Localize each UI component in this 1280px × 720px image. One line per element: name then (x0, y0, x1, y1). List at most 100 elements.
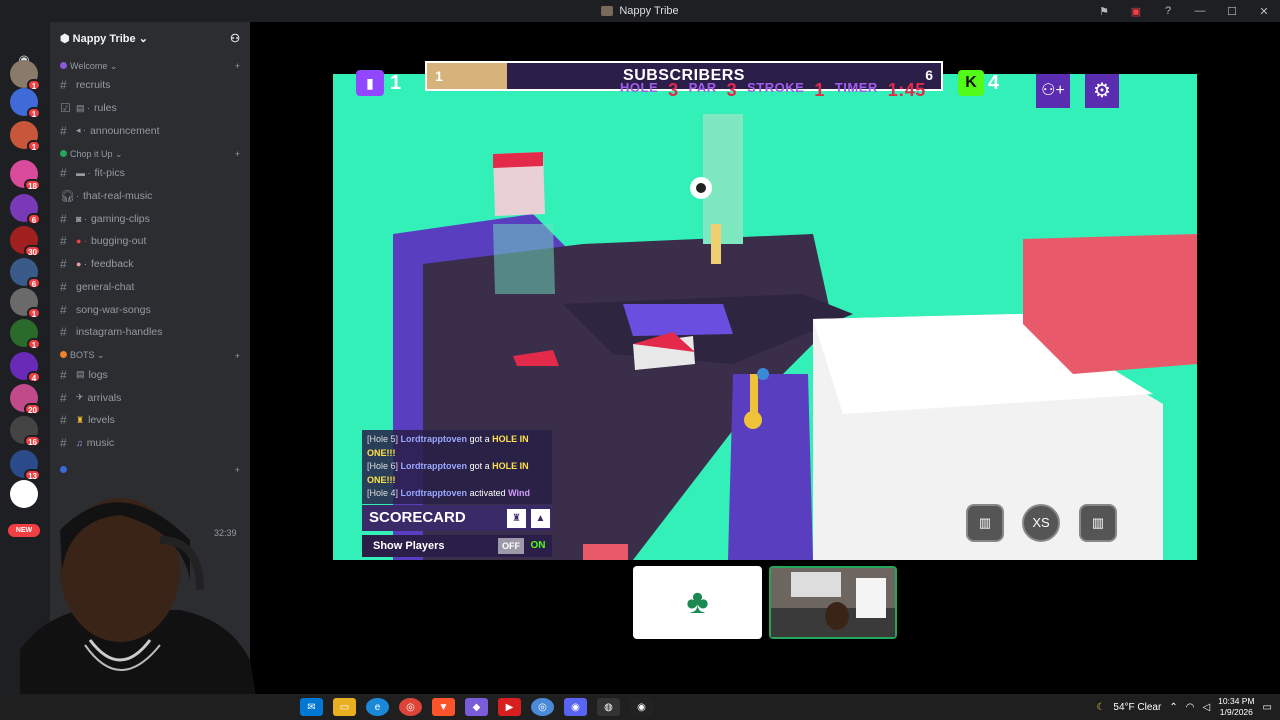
close-button[interactable]: ✕ (1248, 0, 1280, 22)
show-players-off[interactable]: OFF (498, 538, 524, 554)
channel-logs[interactable]: # ▤ logs (50, 364, 250, 387)
hash-icon: # (60, 234, 67, 249)
edge-icon[interactable]: e (366, 698, 389, 716)
unread-badge: 20 (24, 403, 41, 415)
add-channel-icon[interactable]: + (235, 149, 240, 159)
volume-icon[interactable]: ◁ (1202, 702, 1210, 713)
channel-arrivals[interactable]: # ✈ arrivals (50, 386, 250, 409)
brave-icon[interactable]: ▼ (432, 698, 455, 716)
chrome-profile-icon[interactable]: ◎ (531, 698, 554, 716)
channel-label: logs (88, 368, 108, 381)
chevron-up-icon[interactable]: ▲ (531, 509, 550, 528)
category-welcome[interactable]: Welcome ⌄ + (50, 58, 250, 74)
discord-icon[interactable]: ◉ (564, 698, 587, 716)
channel-music[interactable]: # ♫ music (50, 432, 250, 455)
unread-badge: 1 (27, 107, 41, 119)
channel-fit-pics[interactable]: # ▬ · fit-pics (50, 162, 250, 185)
hash-icon: # (60, 279, 67, 294)
notifications-icon[interactable]: ▣ (1120, 0, 1152, 22)
par-value: 3 (726, 80, 738, 100)
xs-button[interactable]: XS (1022, 504, 1060, 542)
channel-label: announcement (90, 124, 160, 137)
channel-recruits[interactable]: # recruits (50, 74, 250, 97)
category-bots[interactable]: BOTS ⌄ + (50, 348, 250, 364)
file-explorer-icon[interactable]: ▭ (333, 698, 356, 716)
channel-bugging-out[interactable]: # ● · bugging-out (50, 230, 250, 253)
channel-label: rules (94, 102, 117, 115)
camera-right-icon[interactable]: ▥ (1079, 504, 1117, 542)
server-avatar[interactable]: 1 (10, 288, 41, 319)
server-avatar[interactable]: 6 (10, 258, 41, 289)
hash-icon: # (60, 166, 67, 181)
stroke-label: STROKE (747, 80, 805, 95)
channel-label: levels (88, 414, 115, 427)
server-avatar[interactable]: 4 (10, 352, 41, 383)
chat-line: [Hole 6] Lordtrapptoven got a HOLE IN ON… (367, 461, 529, 485)
show-players-on[interactable]: ON (526, 538, 550, 554)
server-avatar[interactable]: 30 (10, 226, 41, 257)
megaphone-icon: ◂ · (76, 125, 87, 136)
chevron-down-icon: ⌄ (135, 32, 148, 45)
channel-that-real-music[interactable]: 🎧︎ · that-real-music (50, 185, 250, 208)
hash-icon: # (60, 211, 67, 226)
app-icon-2[interactable]: ◉ (630, 698, 653, 716)
server-avatar[interactable]: 1 (10, 88, 41, 119)
guild-name: Nappy Tribe (72, 32, 136, 45)
channel-song-war-songs[interactable]: # song-war-songs (50, 298, 250, 321)
server-avatar[interactable]: 6 (10, 194, 41, 225)
channel-announcement[interactable]: # ◂ · announcement (50, 119, 250, 142)
channel-rules[interactable]: ☑ ▤ · rules (50, 97, 250, 120)
channel-levels[interactable]: # ♜ levels (50, 409, 250, 432)
participant-tile-camera[interactable] (769, 566, 897, 639)
channel-label: bugging-out (90, 235, 147, 248)
add-player-button[interactable]: ⚇+ (1036, 74, 1070, 108)
notification-icon[interactable]: ▭ (1263, 702, 1272, 713)
mail-icon[interactable]: ✉ (300, 698, 323, 716)
server-avatar[interactable]: 1 (10, 319, 41, 350)
maximize-button[interactable]: ☐ (1216, 0, 1248, 22)
channel-general-chat[interactable]: # general-chat (50, 276, 250, 299)
hash-icon: # (60, 413, 67, 428)
plane-icon: ✈ (76, 392, 84, 403)
server-avatar[interactable]: 20 (10, 384, 41, 415)
guild-icon: ⬢ (60, 32, 73, 45)
media-icon[interactable]: ▶ (498, 698, 521, 716)
server-avatar[interactable]: 16 (10, 416, 41, 447)
camera-left-icon[interactable]: ▥ (966, 504, 1004, 542)
unread-badge: 6 (27, 277, 41, 289)
windows-taskbar: ✉ ▭ e ◎ ▼ ◆ ▶ ◎ ◉ ◍ ◉ ☾ 54°F Clear ⌃ ◠ ◁… (0, 694, 1280, 720)
tray-chevron-icon[interactable]: ⌃ (1169, 702, 1177, 713)
game-chat-log: [Hole 5] Lordtrapptoven got a HOLE IN ON… (362, 430, 552, 504)
server-avatar[interactable]: 1 (10, 121, 41, 152)
channel-label: arrivals (87, 391, 122, 404)
wifi-icon[interactable]: ◠ (1186, 702, 1195, 713)
system-clock[interactable]: 10:34 PM 1/9/2026 (1218, 696, 1254, 718)
channel-gaming-clips[interactable]: # ◙ · gaming-clips (50, 207, 250, 230)
category-chop-it-up[interactable]: Chop it Up ⌄ + (50, 146, 250, 162)
inbox-flag-icon[interactable]: ⚑ (1088, 0, 1120, 22)
weather-text[interactable]: 54°F Clear (1113, 702, 1161, 713)
tribe-logo-icon: ♣ (686, 583, 709, 621)
help-icon[interactable]: ? (1152, 0, 1184, 22)
guild-header[interactable]: ⬢ Nappy Tribe ⌄ ⚇ (50, 22, 250, 54)
server-avatar[interactable]: 18 (10, 160, 41, 191)
unread-badge: 18 (24, 179, 41, 191)
window-title-text: Nappy Tribe (619, 5, 679, 17)
obs-icon[interactable]: ◍ (597, 698, 620, 716)
participant-tile-logo[interactable]: ♣ (633, 566, 762, 639)
log-icon: ▤ (76, 369, 85, 380)
hash-icon: # (60, 325, 67, 340)
chrome-icon[interactable]: ◎ (399, 698, 422, 716)
settings-gear-icon[interactable]: ⚙ (1085, 74, 1119, 108)
channel-feedback[interactable]: # ● · feedback (50, 253, 250, 276)
trophy-icon[interactable]: ♜ (507, 509, 526, 528)
clock-date: 1/9/2026 (1219, 707, 1253, 717)
unread-badge: 4 (27, 371, 41, 383)
add-channel-icon[interactable]: + (235, 351, 240, 361)
add-channel-icon[interactable]: + (235, 61, 240, 71)
add-member-icon[interactable]: ⚇ (230, 32, 240, 45)
minimize-button[interactable]: — (1184, 0, 1216, 22)
channel-instagram-handles[interactable]: # instagram-handles (50, 321, 250, 344)
server-avatar[interactable]: 1 (10, 60, 41, 91)
app-icon[interactable]: ◆ (465, 698, 488, 716)
